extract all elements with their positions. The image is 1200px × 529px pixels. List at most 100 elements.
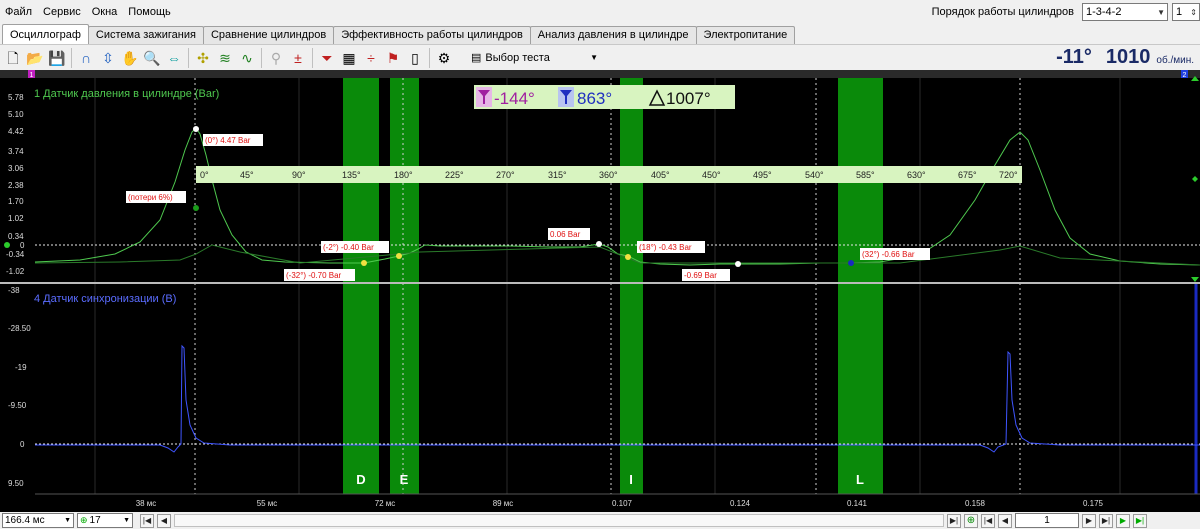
zone-l [838,78,883,494]
tab-cylinder-compare[interactable]: Сравнение цилиндров [202,26,335,44]
point-d[interactable] [625,254,631,260]
timebase-select[interactable]: 166.4 мс ▼ [2,513,74,528]
ch1-zero-marker[interactable] [4,242,10,248]
save-icon[interactable]: 💾 [46,47,68,69]
divider-icon[interactable]: ÷ [360,47,382,69]
cylinder-order: Порядок работы цилиндров 1-3-4-2 ▼ 1 ⇕ [932,3,1200,21]
annotation-f: (32°) -0.66 Bar [862,250,915,259]
angle-tick: 135° [342,170,361,180]
tests-icon: ▤ [471,52,482,64]
rpm-unit: об./мин. [1156,55,1194,66]
point-f[interactable] [848,260,854,266]
ch1-y-tick: 0.34 [8,232,24,241]
first-page-button[interactable]: |◀ [140,513,154,528]
rewind-button[interactable]: |◀ [981,513,995,528]
cylinder-order-select[interactable]: 1-3-4-2 ▼ [1082,3,1168,21]
cursor-1-value: -144° [494,89,535,108]
point-c[interactable] [596,241,602,247]
cylinder-number-value: 1 [1176,6,1183,18]
ch1-y-tick: 1.02 [8,214,24,223]
point-b[interactable] [361,260,367,266]
engine-readout: -11° 1010 об./мин. [1056,46,1194,69]
loss-point[interactable] [193,205,199,211]
page-field[interactable]: 1 [1015,513,1079,528]
ch1-y-tick: 4.42 [8,127,24,136]
chevron-down-icon: ▼ [1157,7,1165,17]
horizontal-scrollbar[interactable] [174,514,944,527]
offset-icon[interactable]: ± [287,47,309,69]
record-button[interactable]: ▶| [1133,513,1147,528]
menu-service[interactable]: Сервис [38,0,87,24]
time-tick: 0.175 [1083,499,1104,508]
filter-icon[interactable]: ≋ [214,47,236,69]
point-e[interactable] [735,261,741,267]
last-page-button[interactable]: ▶| [947,513,961,528]
page-value: 1 [1044,515,1050,526]
ch2-y-tick: -38 [8,286,20,295]
scale-icon[interactable]: ⇳ [97,47,119,69]
step-back-button[interactable]: ◀ [998,513,1012,528]
step-forward-button[interactable]: ▶ [1082,513,1096,528]
peak-point[interactable] [193,126,199,132]
time-tick: 0.158 [965,499,986,508]
open-folder-icon[interactable]: 📂 [24,47,46,69]
time-tick: 0.107 [612,499,633,508]
ch2-y-tick: 9.50 [8,479,24,488]
angle-tick: 450° [702,170,721,180]
menu-help[interactable]: Помощь [123,0,177,24]
angle-tick: 180° [394,170,413,180]
tab-ignition[interactable]: Система зажигания [87,26,204,44]
test-select-dropdown[interactable]: ▤ Выбор теста ▼ [467,47,602,69]
annotation-peak: (0°) 4.47 Bar [205,136,251,145]
flag-icon[interactable]: ⚑ [382,47,404,69]
zone-e-label: E [400,472,409,487]
chevron-down-icon: ▼ [123,517,130,524]
toolbar: 🗋 📂 💾 ∩ ⇳ ✋ 🔍 ⇔ ✣ ≋ ∿ ⚲ ± ⏷ ▦ ÷ ⚑ ▯ ⚙ ▤ … [0,44,1200,70]
cylinder-order-label: Порядок работы цилиндров [931,6,1074,18]
auto-icon[interactable]: ⚙ [433,47,455,69]
play-button[interactable]: ▶ [1116,513,1130,528]
fast-forward-button[interactable]: ▶| [1099,513,1113,528]
grid-icon[interactable]: ▦ [338,47,360,69]
channel-select[interactable]: ⊕ 17 ▼ [77,513,133,528]
delta-value: 1007° [666,89,711,108]
tab-cylinder-efficiency[interactable]: Эффективность работы цилиндров [333,26,531,44]
marker-filter-icon[interactable]: ⏷ [316,47,338,69]
ch1-y-tick: -1.02 [6,267,25,276]
cursor-1-marker-label: 1 [30,72,34,79]
angle-tick: 270° [496,170,515,180]
overlay-icon[interactable]: ∿ [236,47,258,69]
annotation-e: -0.69 Bar [684,271,717,280]
tab-pressure-analysis[interactable]: Анализ давления в цилиндре [529,26,697,44]
angle-tick: 630° [907,170,926,180]
timebase-value: 166.4 мс [5,515,45,526]
tab-oscilloscope[interactable]: Осциллограф [2,24,89,44]
channel-value: 17 [89,515,101,526]
tab-power-supply[interactable]: Электропитание [695,26,796,44]
zone-e [390,78,419,494]
cylinder-number-spin[interactable]: 1 ⇕ [1172,3,1200,21]
zoom-icon[interactable]: 🔍 [141,47,163,69]
ch1-y-tick: 1.70 [8,197,24,206]
point-a[interactable] [396,253,402,259]
annotation-loss: (потери 6%) [128,193,173,202]
toolbar-separator [188,47,189,68]
page-icon[interactable]: ▯ [404,47,426,69]
angle-tick: 585° [856,170,875,180]
menu-windows[interactable]: Окна [87,0,124,24]
add-icon[interactable]: ⊕ [964,513,978,528]
auto-scale-icon[interactable]: ⇔ [163,47,185,69]
hand-icon[interactable]: ✋ [119,47,141,69]
angle-tick: 405° [651,170,670,180]
cursor-icon[interactable]: ✣ [192,47,214,69]
menu-file[interactable]: Файл [0,0,38,24]
oscilloscope-plot[interactable]: 1 2 D E I L 5.78 5.10 4.42 3.74 3.06 2.3… [0,70,1200,512]
waveform-icon[interactable]: ∩ [75,47,97,69]
time-tick: 38 мс [136,499,157,508]
new-file-icon[interactable]: 🗋 [2,47,24,69]
angle-tick: 0° [200,170,209,180]
ch2-y-tick: 0 [20,440,25,449]
status-bar: 166.4 мс ▼ ⊕ 17 ▼ |◀ ◀ ▶| ⊕ |◀ ◀ 1 ▶ ▶| … [0,512,1200,529]
prev-button[interactable]: ◀ [157,513,171,528]
oscilloscope-svg[interactable]: 1 2 D E I L 5.78 5.10 4.42 3.74 3.06 2.3… [0,70,1200,512]
